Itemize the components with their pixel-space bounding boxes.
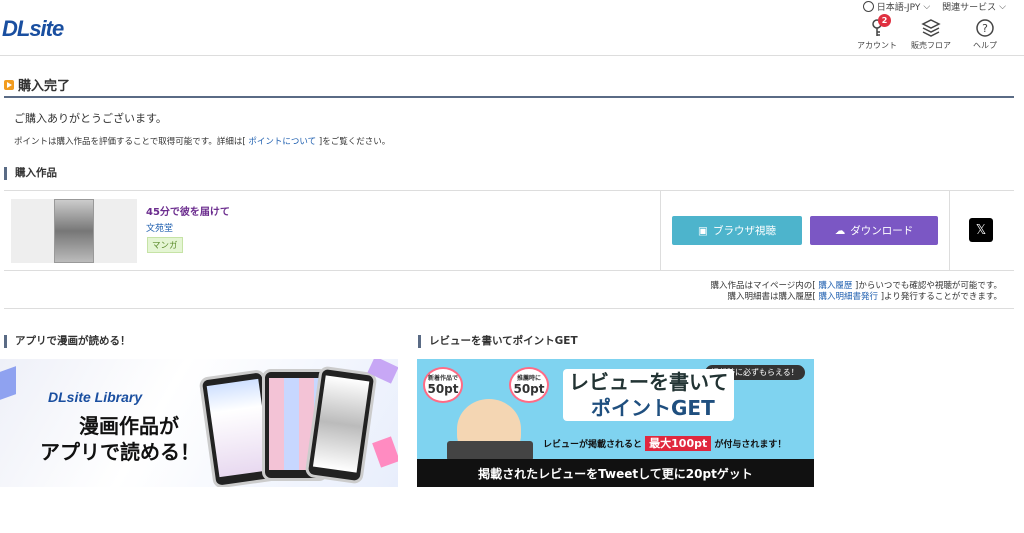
floor-label: 販売フロア (911, 41, 951, 50)
bubble-value: 50pt (513, 382, 545, 396)
desc-text: が付与されます！ (714, 440, 787, 450)
download-button[interactable]: ☁ ダウンロード (810, 216, 938, 245)
account-label: アカウント (857, 41, 897, 50)
bonus-bubble: 推薦時に 50pt (509, 367, 549, 403)
review-section-heading: レビューを書いてポイントGET (418, 335, 578, 348)
site-logo[interactable]: DLsite (2, 16, 64, 42)
cloud-download-icon: ☁ (834, 224, 846, 237)
tweet-bonus-strip: 掲載されたレビューをTweetして更に20ptゲット (417, 459, 814, 487)
bubble-text: 推薦時に (516, 375, 541, 382)
work-title[interactable]: 45分で彼を届けて (146, 203, 230, 218)
app-tagline-2: アプリで読める！ (40, 440, 200, 464)
bubble-value: 50pt (427, 382, 459, 396)
globe-icon (862, 1, 874, 12)
page-title: 購入完了 (18, 79, 71, 94)
laptop-image (447, 441, 533, 461)
desc-text: レビューが掲載されると (543, 440, 643, 450)
bubble-text: 新着作品で (427, 375, 458, 382)
review-heading: レビューを書いて ポイントGET (563, 369, 735, 421)
review-banner[interactable]: 新着作品で 50pt 推薦時に 50pt 掲載時に必ずもらえる！ レビューを書いてポ… (417, 359, 814, 487)
browser-icon: ▣ (698, 224, 708, 237)
point-note-text-end: ]をご覧ください。 (318, 137, 391, 147)
site-header: DLsite 日本語-JPY ⌵ 関連サービス ⌵ 2 アカウント 販売フロア … (0, 0, 1024, 56)
point-note: ポイントは購入作品を評価することで取得可能です。詳細は[ ポイントについて ]を… (14, 135, 390, 147)
question-icon: ? (976, 19, 994, 37)
work-thumbnail[interactable] (11, 199, 137, 263)
review-description: レビューが掲載されると 最大100pt が付与されます！ (543, 435, 786, 451)
layers-icon (921, 19, 941, 37)
app-tagline-1: 漫画作品が (79, 414, 179, 438)
browser-view-label: ブラウザ視聴 (712, 225, 776, 237)
help-button[interactable]: ? ヘルプ (964, 18, 1006, 51)
svg-text:?: ? (982, 22, 988, 35)
header-icons: 2 アカウント 販売フロア ? ヘルプ (856, 14, 1006, 51)
app-section-heading: アプリで漫画が読める！ (4, 335, 131, 348)
top-nav: 日本語-JPY ⌵ 関連サービス ⌵ (862, 0, 1006, 14)
x-share-icon[interactable]: 𝕏 (969, 218, 993, 242)
app-tagline: 漫画作品が アプリで読める！ (40, 413, 200, 465)
library-brand: DLsite Library (48, 389, 143, 405)
purchased-works-heading: 購入作品 (4, 167, 57, 180)
help-text: 購入明細書は購入履歴[ (727, 292, 816, 302)
notification-badge: 2 (878, 14, 891, 27)
max-point-highlight: 最大100pt (645, 436, 712, 451)
account-button[interactable]: 2 アカウント (856, 14, 898, 51)
review-heading-2: ポイントGET (591, 396, 715, 420)
divider (660, 191, 661, 270)
decor-shape (372, 436, 398, 468)
related-services[interactable]: 関連サービス ⌵ (942, 0, 1006, 14)
purchased-work-row: 45分で彼を届けて 文苑堂 マンガ ▣ ブラウザ視聴 ☁ ダウンロード 𝕏 (4, 190, 1014, 271)
help-text: ]より発行することができます。 (880, 292, 1002, 302)
point-info-link[interactable]: ポイントについて (248, 137, 316, 147)
browser-view-button[interactable]: ▣ ブラウザ視聴 (672, 216, 802, 245)
download-label: ダウンロード (850, 225, 914, 237)
section-divider (4, 308, 1014, 309)
page-title-bar: 購入完了 (4, 74, 1014, 98)
circle-link[interactable]: 文苑堂 (146, 224, 173, 234)
play-icon (4, 80, 14, 90)
thanks-message: ご購入ありがとうございます。 (14, 112, 167, 125)
invoice-help: 購入明細書は購入履歴[ 購入明細書発行 ]より発行することができます。 (727, 290, 1002, 302)
genre-tag: マンガ (147, 237, 183, 253)
decor-shape (0, 366, 16, 400)
divider (949, 191, 950, 270)
cover-image (54, 199, 94, 263)
app-banner[interactable]: DLsite Library 漫画作品が アプリで読める！ (0, 359, 398, 487)
invoice-link[interactable]: 購入明細書発行 (818, 292, 878, 302)
bonus-bubble: 新着作品で 50pt (423, 367, 463, 403)
help-label: ヘルプ (973, 41, 997, 50)
language-selector[interactable]: 日本語-JPY ⌵ (862, 0, 930, 13)
sales-floor-button[interactable]: 販売フロア (910, 18, 952, 51)
review-heading-1: レビューを書いて (569, 370, 729, 394)
point-note-text: ポイントは購入作品を評価することで取得可能です。詳細は[ (14, 137, 246, 147)
